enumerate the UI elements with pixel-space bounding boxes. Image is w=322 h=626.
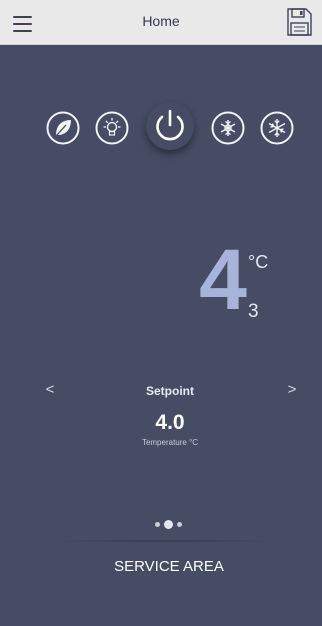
menu-line xyxy=(13,23,32,25)
footer-divider xyxy=(60,540,268,542)
chevron-left-icon[interactable]: < xyxy=(40,380,60,400)
service-area-button[interactable]: SERVICE AREA xyxy=(70,558,268,575)
menu-line xyxy=(13,16,32,18)
page-dot[interactable] xyxy=(155,522,160,527)
temperature-unit: °C xyxy=(248,252,269,272)
setpoint-caption: Temperature °C xyxy=(141,438,199,447)
light-mode-button[interactable] xyxy=(95,111,129,145)
defrost-mode-button[interactable] xyxy=(211,111,245,145)
snowflake-circle-icon xyxy=(211,111,245,145)
page-dot-active[interactable] xyxy=(164,520,173,529)
top-bar: Home xyxy=(0,0,322,45)
setpoint-label: Setpoint xyxy=(146,384,194,398)
power-icon xyxy=(156,109,184,141)
chevron-right-icon[interactable]: > xyxy=(282,380,302,400)
current-temperature: 4 xyxy=(199,232,247,328)
floppy-disk-save-icon[interactable] xyxy=(282,4,316,40)
page-dot[interactable] xyxy=(177,522,182,527)
temperature-decimal: 3 xyxy=(248,301,259,322)
hamburger-menu-icon[interactable] xyxy=(4,4,44,40)
home-screen: Home 4 °C 3 < Setpoint > 4.0 Temperature… xyxy=(0,0,322,626)
snowflake-icon xyxy=(260,111,294,145)
light-bulb-icon xyxy=(95,111,129,145)
setpoint-value: 4.0 xyxy=(155,411,185,434)
freeze-mode-button[interactable] xyxy=(260,111,294,145)
page-indicator xyxy=(155,520,187,530)
menu-line xyxy=(13,30,32,32)
power-button[interactable] xyxy=(146,102,194,150)
eco-mode-button[interactable] xyxy=(46,111,80,145)
page-title: Home xyxy=(142,13,180,29)
leaf-icon xyxy=(46,111,80,145)
